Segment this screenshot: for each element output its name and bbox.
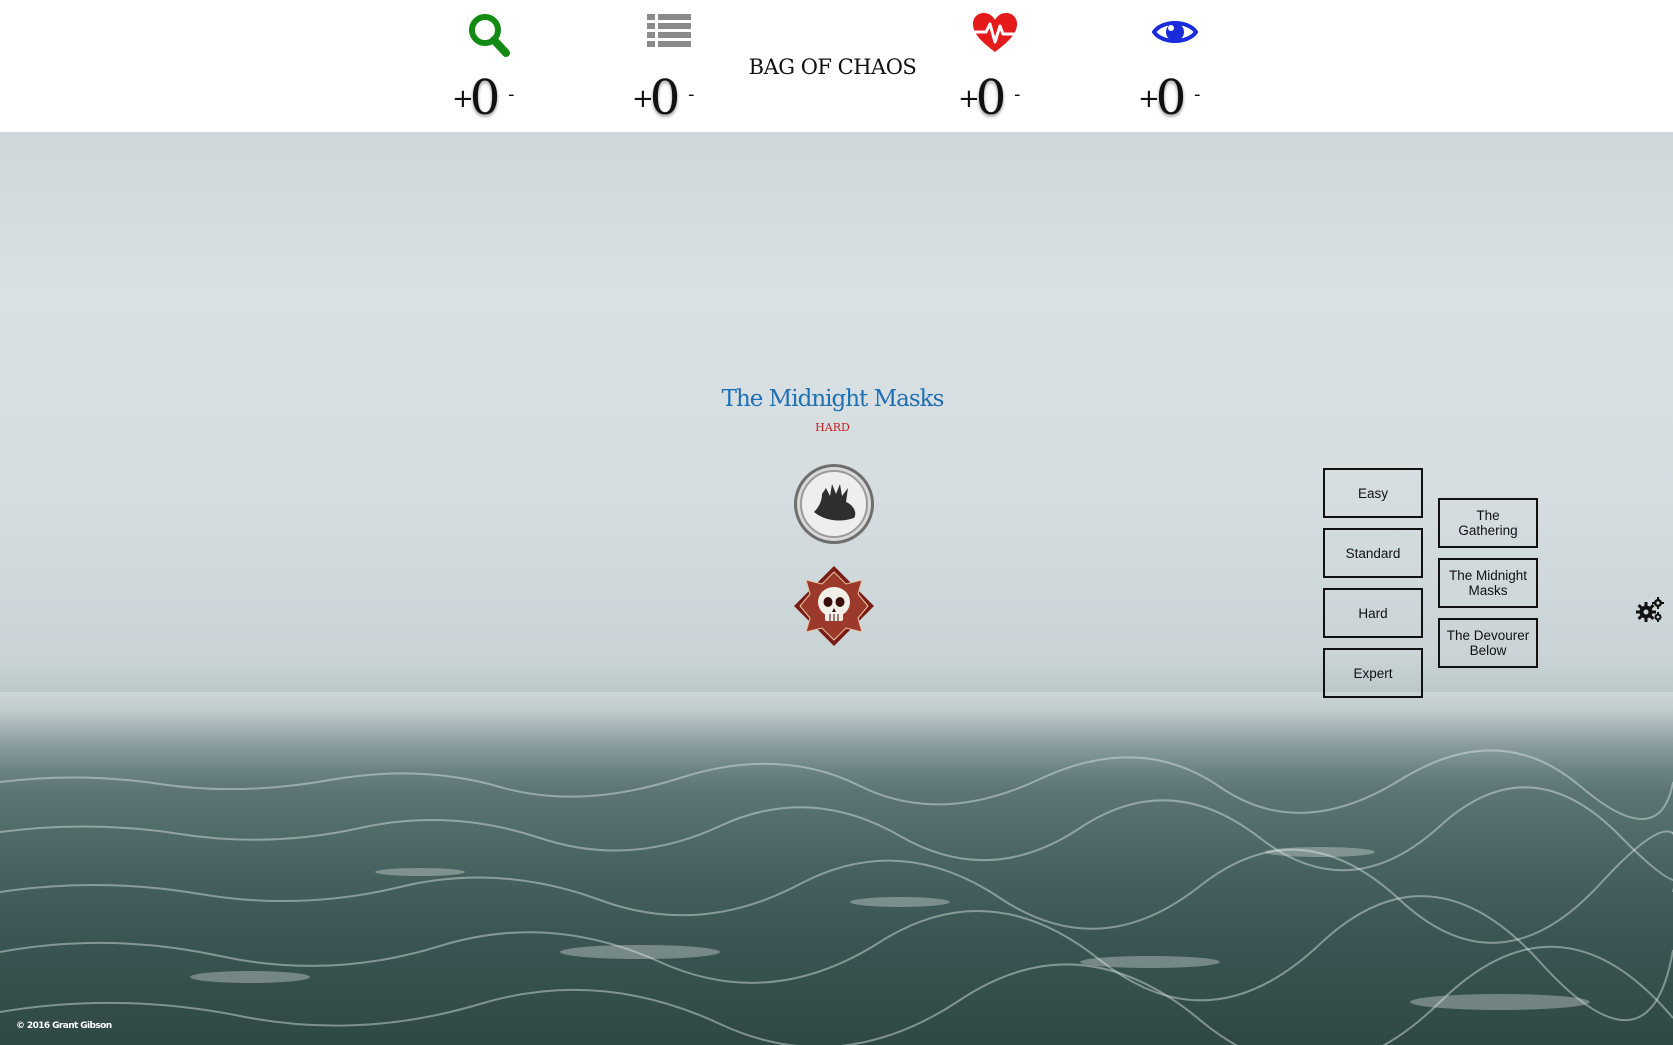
stat-list: + 0 - [629, 8, 709, 126]
app-title: BAG OF CHAOS [748, 55, 917, 79]
counter-value: 0 [469, 70, 501, 126]
stat-health: + 0 - [955, 8, 1035, 126]
difficulty-standard-button[interactable]: Standard [1323, 528, 1423, 578]
counter-value: 0 [649, 70, 681, 126]
scenario-the-devourer-below-button[interactable]: The Devourer Below [1438, 618, 1538, 668]
heart-pulse-icon [972, 12, 1018, 59]
decrement-button[interactable]: - [508, 84, 515, 105]
eye-icon [1151, 12, 1199, 57]
search-icon [467, 12, 511, 63]
list-icon [646, 12, 692, 57]
list-counter: + 0 - [629, 70, 709, 126]
top-bar: + 0 - + 0 - BAG OF CHAOS + 0 - + 0 - [0, 0, 1673, 132]
eye-counter: + 0 - [1135, 70, 1215, 126]
search-counter: + 0 - [449, 70, 529, 126]
difficulty-hard-button[interactable]: Hard [1323, 588, 1423, 638]
difficulty-label: HARD [815, 421, 850, 434]
skull-token-icon[interactable] [792, 564, 876, 653]
decrement-button[interactable]: - [1194, 84, 1201, 105]
ocean-background: The Midnight Masks HARD Easy Standard Ha… [0, 132, 1673, 1045]
difficulty-easy-button[interactable]: Easy [1323, 468, 1423, 518]
decrement-button[interactable]: - [1014, 84, 1021, 105]
scenario-the-midnight-masks-button[interactable]: The Midnight Masks [1438, 558, 1538, 608]
decrement-button[interactable]: - [688, 84, 695, 105]
copyright-text: © 2016 Grant Gibson [16, 1021, 112, 1031]
counter-value: 0 [1155, 70, 1187, 126]
stat-eye: + 0 - [1135, 8, 1215, 126]
scenario-the-gathering-button[interactable]: The Gathering [1438, 498, 1538, 548]
gears-icon[interactable] [1636, 597, 1664, 628]
counter-value: 0 [975, 70, 1007, 126]
health-counter: + 0 - [955, 70, 1035, 126]
scenario-title: The Midnight Masks [721, 386, 945, 412]
elder-sign-hand-token-icon[interactable] [792, 462, 876, 551]
difficulty-expert-button[interactable]: Expert [1323, 648, 1423, 698]
stat-search: + 0 - [449, 8, 529, 126]
